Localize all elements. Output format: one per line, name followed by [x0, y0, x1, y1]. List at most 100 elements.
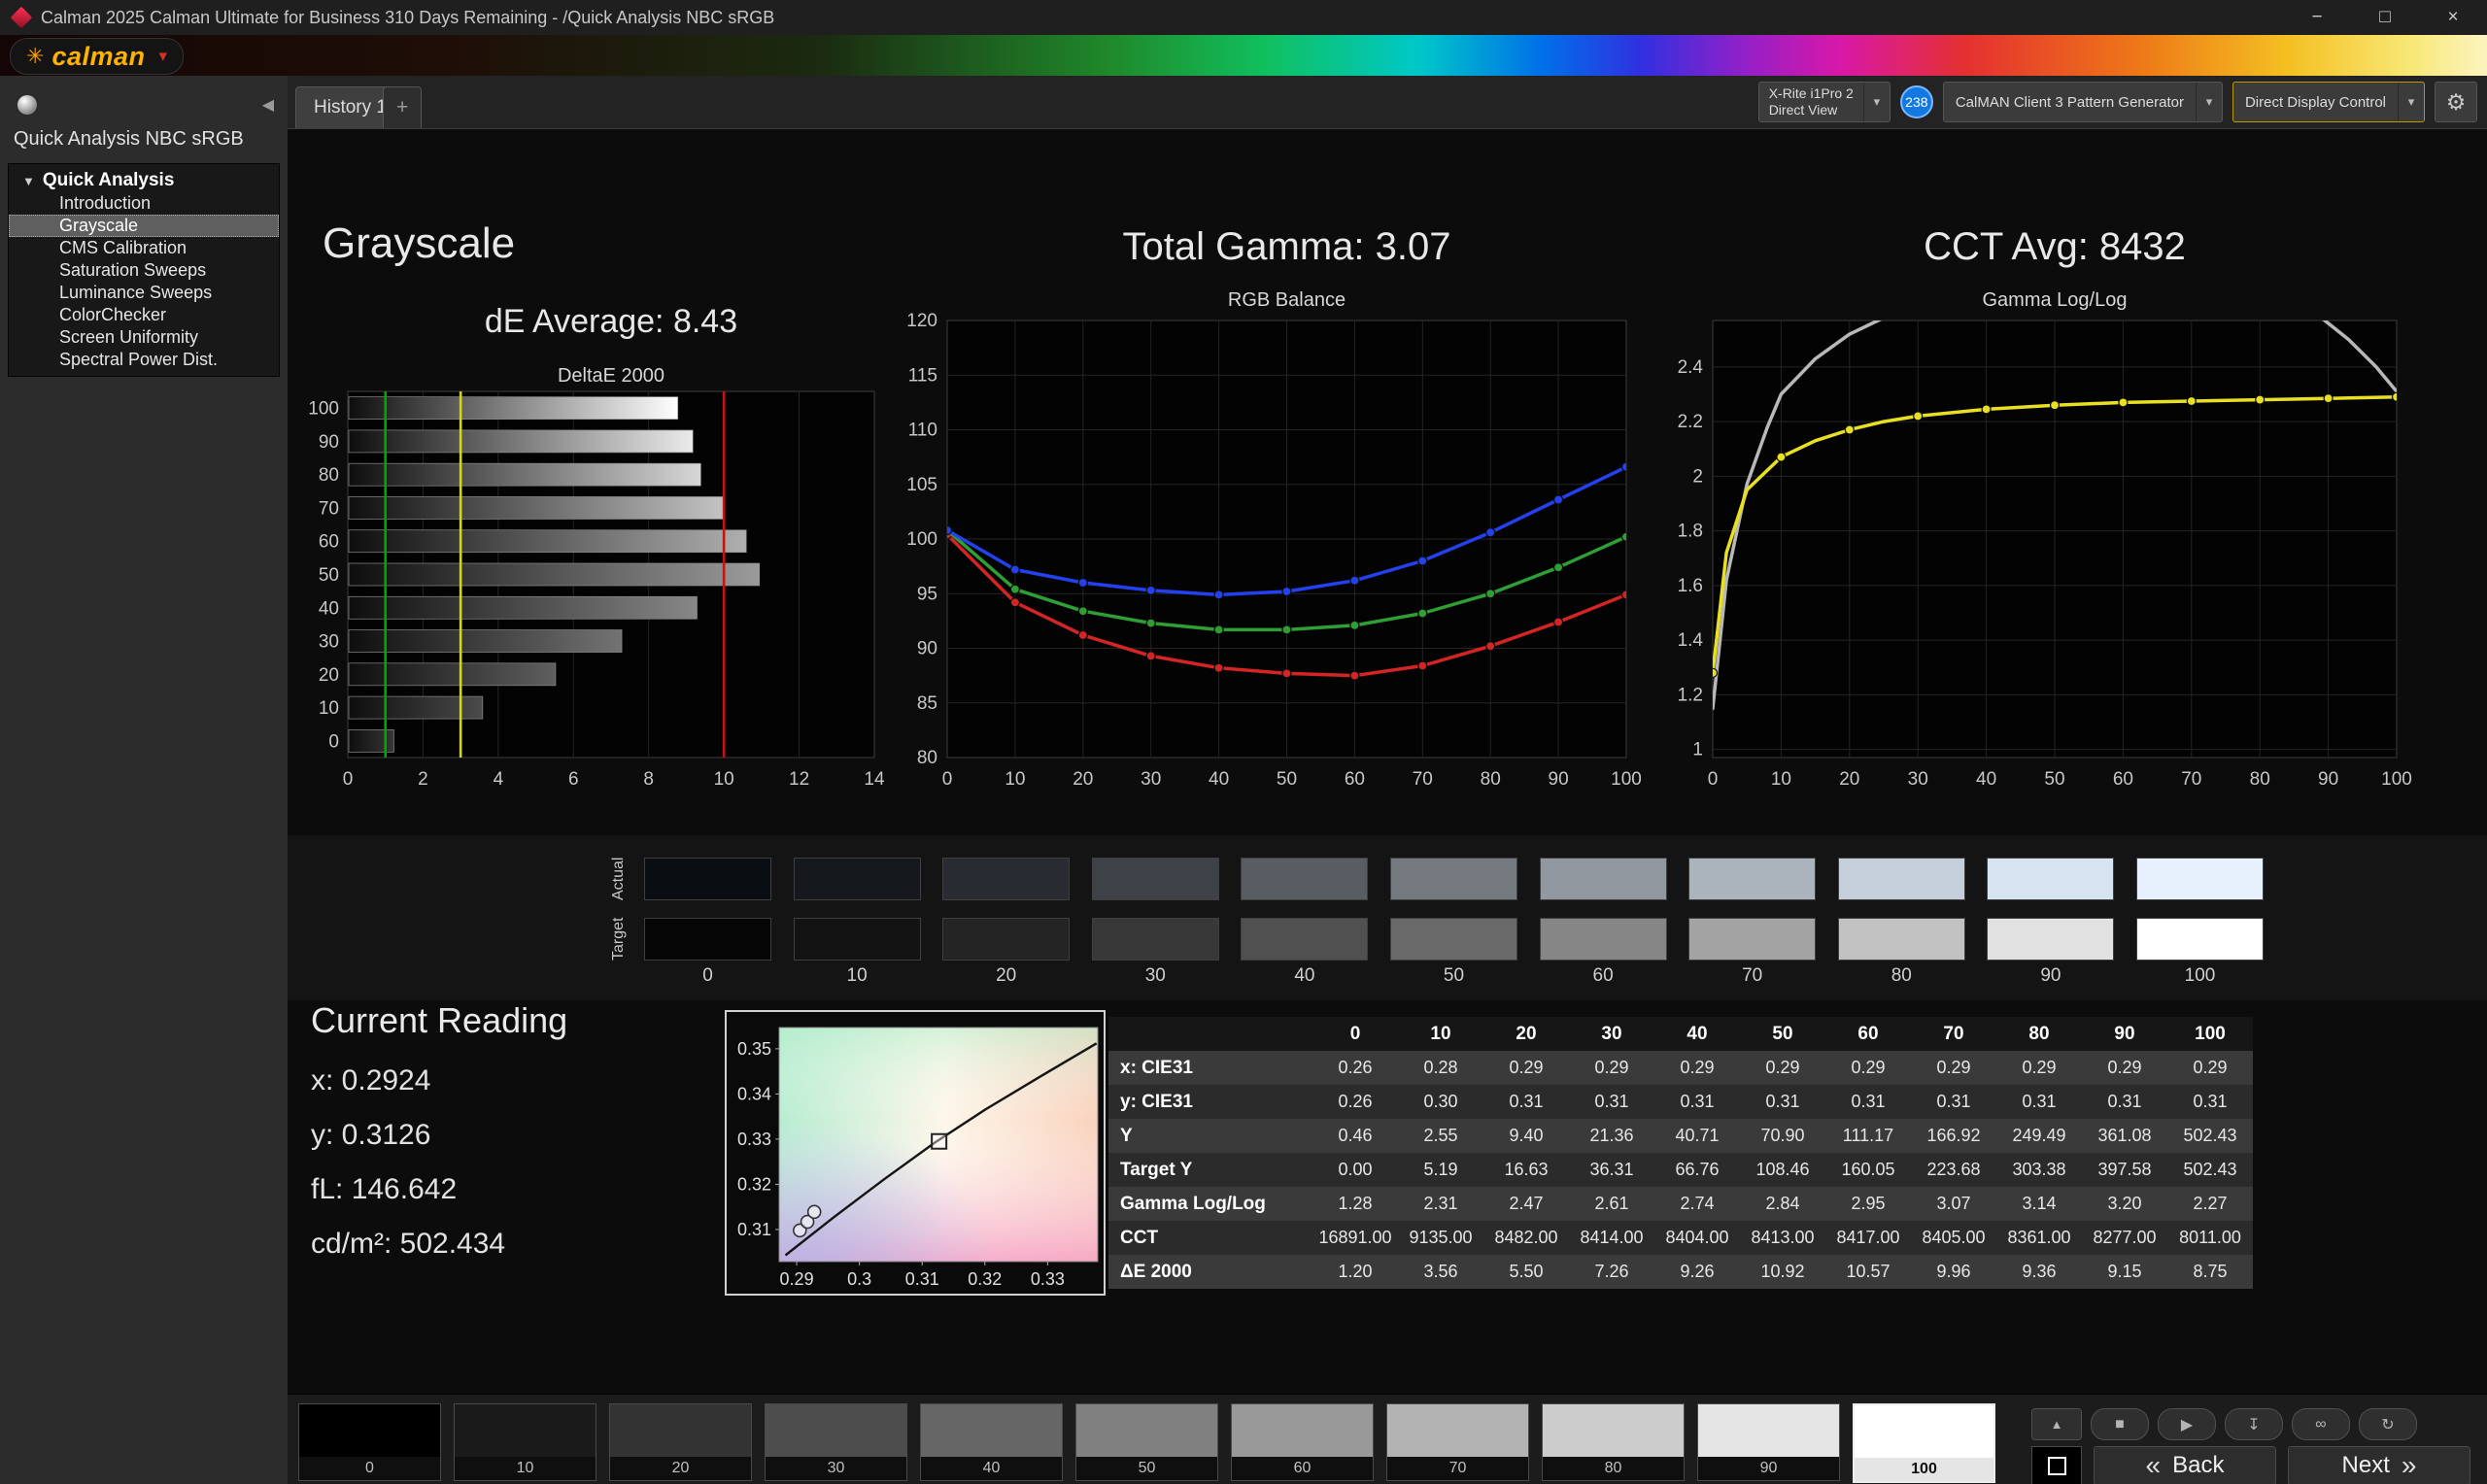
settings-button[interactable]: ⚙ [2435, 82, 2477, 122]
pattern-window-button[interactable] [2031, 1446, 2082, 1484]
swatch-level-label: 20 [942, 965, 1070, 987]
svg-text:120: 120 [906, 311, 937, 331]
table-cell: 8011.00 [2167, 1221, 2253, 1255]
save-button[interactable]: ↧ [2225, 1408, 2283, 1440]
target-swatch-30 [1092, 918, 1219, 961]
rgb-balance-chart: 0102030405060708090100808590951001051101… [870, 293, 1648, 808]
table-cell: 0.29 [1483, 1051, 1569, 1085]
add-tab-button[interactable]: + [383, 86, 422, 128]
table-cell: 0.31 [2167, 1085, 2253, 1119]
maximize-button[interactable]: □ [2351, 0, 2419, 35]
table-cell: 8361.00 [1996, 1221, 2082, 1255]
table-cell: 0.00 [1312, 1153, 1398, 1187]
tree-item-saturation-sweeps[interactable]: Saturation Sweeps [9, 259, 279, 282]
svg-text:2.2: 2.2 [1678, 412, 1703, 432]
svg-text:0.3: 0.3 [847, 1269, 871, 1289]
svg-text:0: 0 [343, 769, 354, 790]
svg-text:100: 100 [2381, 769, 2412, 790]
pattern-level-button-50[interactable]: 50 [1075, 1403, 1218, 1481]
svg-text:100: 100 [308, 399, 339, 420]
tree-root-quick-analysis[interactable]: ▼Quick Analysis [9, 169, 279, 192]
tree-item-cms-calibration[interactable]: CMS Calibration [9, 237, 279, 259]
table-row-label: Y [1108, 1119, 1312, 1153]
stop-button[interactable]: ■ [2091, 1408, 2149, 1440]
minimize-button[interactable]: − [2283, 0, 2351, 35]
pattern-level-button-100[interactable]: 100 [1853, 1403, 1995, 1483]
pattern-color-block [921, 1404, 1062, 1457]
chevron-down-icon: ▾ [2398, 83, 2424, 121]
refresh-button[interactable]: ↻ [2359, 1408, 2417, 1440]
tree-item-screen-uniformity[interactable]: Screen Uniformity [9, 326, 279, 349]
table-cell: 0.28 [1398, 1051, 1483, 1085]
target-swatch-10 [794, 918, 921, 961]
actual-swatch-80 [1838, 858, 1965, 900]
table-cell: 0.31 [1654, 1085, 1740, 1119]
pattern-level-button-70[interactable]: 70 [1386, 1403, 1529, 1481]
cie-diagram: 0.350.340.330.320.310.290.30.310.320.33 [727, 1012, 1104, 1294]
swatch-row-label: Actual [610, 854, 628, 904]
pattern-level-button-90[interactable]: 90 [1697, 1403, 1840, 1481]
table-cell: 0.29 [2167, 1051, 2253, 1085]
svg-text:80: 80 [2250, 769, 2270, 790]
continuous-measure-button[interactable]: ∞ [2292, 1408, 2350, 1440]
workflow-sphere-icon[interactable] [17, 95, 37, 115]
svg-text:40: 40 [319, 598, 339, 619]
play-button[interactable]: ▶ [2158, 1408, 2216, 1440]
table-cell: 3.07 [1911, 1187, 1996, 1221]
pattern-level-button-20[interactable]: 20 [609, 1403, 752, 1481]
current-reading-title: Current Reading [311, 1000, 567, 1041]
tree-item-colorchecker[interactable]: ColorChecker [9, 304, 279, 326]
meter-dropdown[interactable]: X-Rite i1Pro 2 Direct View ▾ [1758, 82, 1891, 122]
table-cell: 8.75 [2167, 1255, 2253, 1289]
svg-text:70: 70 [319, 498, 339, 519]
close-button[interactable]: × [2419, 0, 2487, 35]
pattern-level-button-60[interactable]: 60 [1231, 1403, 1374, 1481]
table-col-header: 60 [1825, 1017, 1911, 1051]
pattern-color-block [1387, 1404, 1528, 1457]
tree-item-luminance-sweeps[interactable]: Luminance Sweeps [9, 282, 279, 304]
svg-text:85: 85 [917, 693, 937, 714]
svg-text:80: 80 [917, 748, 937, 768]
table-row-label: CCT [1108, 1221, 1312, 1255]
pattern-level-button-40[interactable]: 40 [920, 1403, 1063, 1481]
pattern-level-button-30[interactable]: 30 [765, 1403, 907, 1481]
pattern-generator-dropdown[interactable]: CalMAN Client 3 Pattern Generator ▾ [1943, 82, 2223, 122]
svg-text:0.29: 0.29 [780, 1269, 814, 1289]
next-button[interactable]: Next » [2288, 1446, 2470, 1484]
svg-text:1.2: 1.2 [1678, 685, 1703, 705]
meter-status-badge[interactable]: 238 [1900, 85, 1933, 118]
pattern-level-button-10[interactable]: 10 [454, 1403, 596, 1481]
table-cell: 5.50 [1483, 1255, 1569, 1289]
deltae-bar-0 [349, 729, 393, 752]
pattern-color-block [455, 1404, 596, 1457]
svg-text:95: 95 [917, 584, 937, 604]
pattern-level-button-80[interactable]: 80 [1542, 1403, 1685, 1481]
display-control-dropdown[interactable]: Direct Display Control ▾ [2232, 82, 2425, 122]
target-swatch-40 [1241, 918, 1368, 961]
svg-text:0: 0 [328, 731, 339, 752]
svg-text:8: 8 [643, 769, 654, 790]
back-button[interactable]: « Back [2094, 1446, 2276, 1484]
table-col-header: 0 [1312, 1017, 1398, 1051]
table-cell: 36.31 [1569, 1153, 1654, 1187]
calman-logo-menu[interactable]: ✳ calman ▾ [10, 38, 184, 75]
tree-item-spectral-power[interactable]: Spectral Power Dist. [9, 349, 279, 371]
svg-text:60: 60 [319, 532, 339, 553]
target-swatch-80 [1838, 918, 1965, 961]
pattern-level-label: 80 [1543, 1457, 1684, 1480]
actual-swatch-30 [1092, 858, 1219, 900]
title-bar: Calman 2025 Calman Ultimate for Business… [0, 0, 2487, 36]
svg-text:1.4: 1.4 [1678, 630, 1704, 651]
svg-text:90: 90 [917, 639, 937, 659]
pattern-level-label: 50 [1076, 1457, 1217, 1480]
panel-up-button[interactable]: ▲ [2031, 1408, 2082, 1440]
table-cell: 361.08 [2082, 1119, 2167, 1153]
svg-text:90: 90 [1549, 769, 1569, 790]
svg-text:12: 12 [789, 769, 809, 790]
pattern-level-button-0[interactable]: 0 [298, 1403, 441, 1481]
tree-item-grayscale[interactable]: Grayscale [9, 215, 279, 237]
sidebar-collapse-button[interactable]: ◀ [262, 95, 274, 115]
tree-item-introduction[interactable]: Introduction [9, 192, 279, 215]
pattern-color-block [1076, 1404, 1217, 1457]
table-cell: 2.55 [1398, 1119, 1483, 1153]
